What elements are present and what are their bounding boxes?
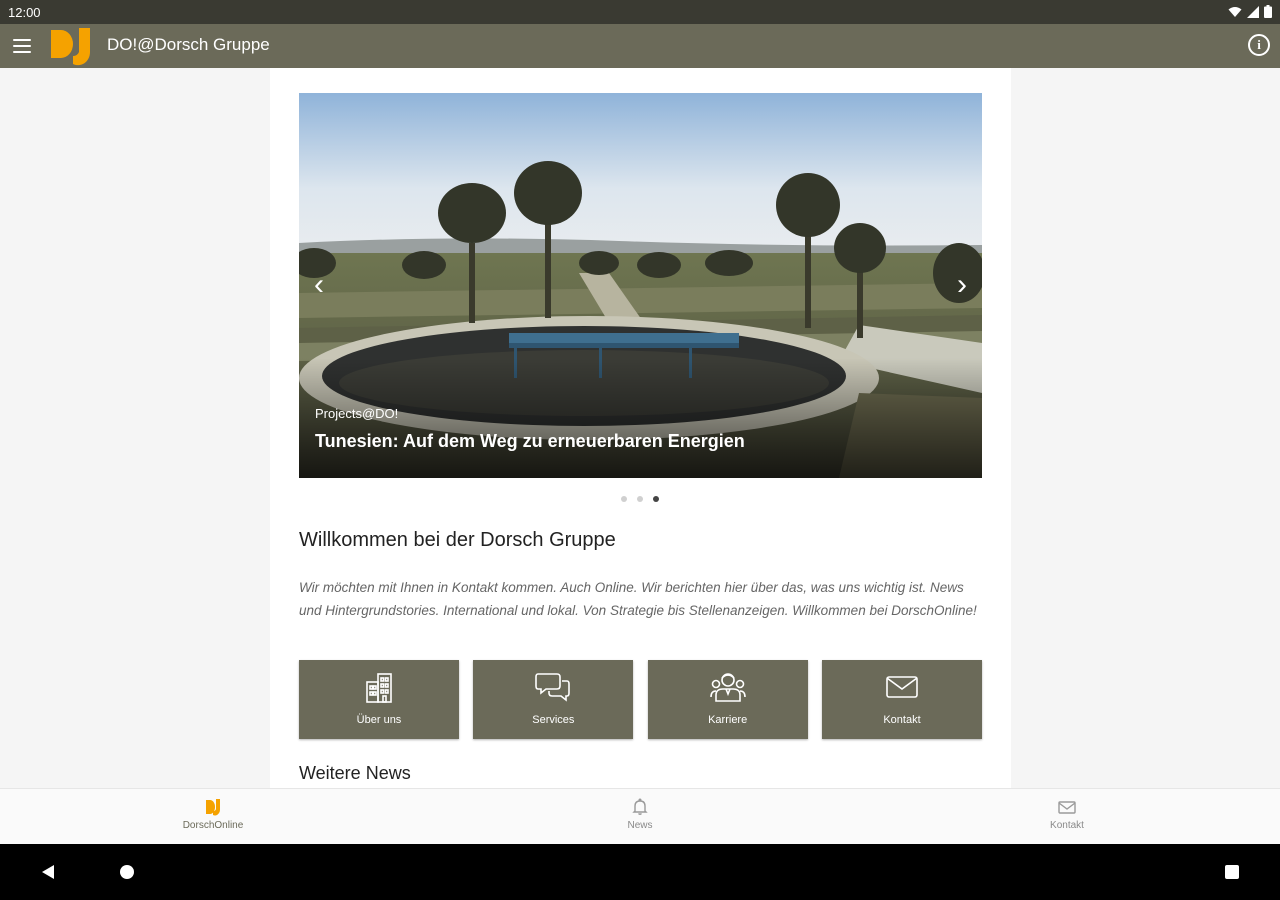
menu-icon[interactable]: [10, 35, 34, 57]
slide-category: Projects@DO!: [315, 406, 399, 421]
tile-label: Über uns: [356, 714, 402, 726]
tile-label: Services: [532, 714, 575, 726]
mail-icon: [1058, 801, 1076, 814]
app-bar: DO!@Dorsch Gruppe i: [0, 24, 1280, 68]
recent-apps-icon[interactable]: [1225, 865, 1239, 879]
welcome-title: Willkommen bei der Dorsch Gruppe: [299, 529, 616, 551]
services-tile[interactable]: Services: [473, 660, 634, 739]
nav-item-news[interactable]: News: [580, 797, 700, 831]
dorsch-logo-icon: [206, 799, 220, 816]
status-bar: 12:00: [0, 0, 1280, 24]
nav-label: News: [627, 820, 653, 831]
contact-tile[interactable]: Kontakt: [821, 660, 982, 739]
slider-pagination: [621, 496, 659, 502]
news-slider[interactable]: Projects@DO! Tunesien: Auf dem Weg zu er…: [299, 93, 982, 478]
battery-icon: [1264, 5, 1272, 18]
people-icon: [709, 673, 746, 702]
chat-bubbles-icon: [535, 673, 571, 702]
nav-label: DorschOnline: [182, 820, 244, 831]
nav-label: Kontakt: [1050, 820, 1084, 831]
nav-item-kontakt[interactable]: Kontakt: [1007, 797, 1127, 831]
status-time: 12:00: [8, 5, 41, 20]
cellular-signal-icon: [1247, 5, 1259, 18]
more-news-heading: Weitere News: [299, 763, 411, 783]
bell-icon: [632, 798, 648, 815]
pagination-dot-active[interactable]: [653, 496, 659, 502]
dorsch-logo-icon: [51, 28, 91, 66]
info-icon[interactable]: i: [1248, 34, 1270, 56]
tile-label: Karriere: [708, 714, 748, 726]
envelope-icon: [886, 676, 918, 698]
back-icon[interactable]: [40, 864, 56, 880]
tile-label: Kontakt: [883, 714, 921, 726]
pagination-dot[interactable]: [621, 496, 627, 502]
slide-caption-overlay: [299, 358, 982, 478]
career-tile[interactable]: Karriere: [647, 660, 808, 739]
welcome-text: Wir möchten mit Ihnen in Kontakt kommen.…: [299, 580, 977, 618]
slide-title[interactable]: Tunesien: Auf dem Weg zu erneuerbaren En…: [315, 431, 745, 452]
about-us-tile[interactable]: Über uns: [299, 660, 459, 739]
chevron-right-icon[interactable]: ›: [950, 270, 974, 300]
home-icon[interactable]: [120, 865, 134, 879]
pagination-dot[interactable]: [637, 496, 643, 502]
wifi-icon: [1228, 6, 1242, 17]
bottom-navigation: DorschOnline News Kontakt: [0, 788, 1280, 844]
app-title: DO!@Dorsch Gruppe: [107, 35, 270, 54]
status-icons: [1228, 5, 1272, 18]
building-icon: [366, 673, 392, 703]
nav-item-dorschonline[interactable]: DorschOnline: [153, 797, 273, 831]
chevron-left-icon[interactable]: ‹: [307, 270, 331, 300]
quick-links: Über uns Services Karriere Kontakt: [299, 660, 982, 739]
main-content: Projects@DO! Tunesien: Auf dem Weg zu er…: [270, 68, 1011, 788]
system-navigation-bar: [0, 844, 1280, 900]
